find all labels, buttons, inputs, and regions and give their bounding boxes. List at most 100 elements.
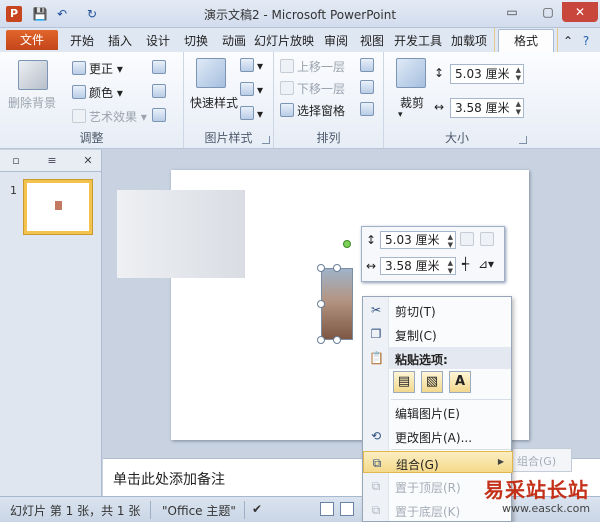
watermark-url: www.easck.com bbox=[502, 502, 591, 515]
slide-editing-area bbox=[103, 150, 600, 456]
normal-view-icon[interactable] bbox=[320, 502, 334, 516]
mini-crop-icon[interactable]: ┽ bbox=[462, 257, 469, 271]
paste-use-destination-theme-icon[interactable]: ▤ bbox=[393, 371, 415, 393]
tab-home[interactable]: 开始 bbox=[64, 32, 100, 50]
menu-item-copy[interactable]: ❐ 复制(C) bbox=[363, 323, 513, 345]
group-ribbon-button[interactable] bbox=[360, 80, 377, 95]
layout-icon bbox=[240, 106, 254, 120]
corrections-button[interactable]: 更正 ▾ bbox=[72, 60, 123, 77]
slide-thumbnail[interactable] bbox=[24, 180, 92, 234]
bring-to-front-icon: ⧉ bbox=[371, 479, 381, 493]
resize-handle-l[interactable] bbox=[317, 300, 325, 308]
compress-icon bbox=[152, 60, 166, 74]
tab-addins[interactable]: 加载项 bbox=[446, 32, 492, 50]
width-field[interactable]: 3.58 厘米 ▲ ▼ bbox=[450, 98, 524, 118]
notes-placeholder: 单击此处添加备注 bbox=[113, 472, 225, 488]
slides-panel-tabs: ▫ ≡ ✕ bbox=[0, 150, 101, 172]
sorter-view-icon[interactable] bbox=[340, 502, 354, 516]
mini-height-spinner[interactable]: ▲ ▼ bbox=[448, 233, 453, 249]
mini-width-field[interactable]: 3.58 厘米 ▲ ▼ bbox=[380, 257, 456, 275]
adjust-group-label: 调整 bbox=[79, 131, 104, 145]
send-backward-icon bbox=[280, 81, 294, 95]
menu-item-cut[interactable]: ✂ 剪切(T) bbox=[363, 299, 513, 321]
maximize-button[interactable]: ▢ bbox=[530, 2, 566, 22]
width-icon: ↔ bbox=[434, 100, 445, 114]
tab-insert[interactable]: 插入 bbox=[102, 32, 138, 50]
mini-height-icon: ↕ bbox=[366, 233, 377, 247]
picture-styles-launcher[interactable] bbox=[262, 136, 270, 144]
size-group: 裁剪 ▾ ↕ 5.03 厘米 ▲ ▼ ↔ 3.58 厘米 ▲ ▼ 大小 bbox=[384, 52, 530, 148]
resize-handle-bl[interactable] bbox=[317, 336, 325, 344]
width-spinner[interactable]: ▲ ▼ bbox=[516, 100, 521, 116]
height-field[interactable]: 5.03 厘米 ▲ ▼ bbox=[450, 64, 524, 84]
size-launcher[interactable] bbox=[519, 136, 527, 144]
blurred-region bbox=[117, 190, 245, 278]
bring-forward-button[interactable]: 上移一层 bbox=[280, 58, 345, 75]
slides-panel: ▫ ≡ ✕ 1 bbox=[0, 150, 102, 496]
tab-view[interactable]: 视图 bbox=[354, 32, 390, 50]
picture-styles-group: 快速样式 ▾ ▾ ▾ 图片样式 bbox=[184, 52, 274, 148]
tab-animations[interactable]: 动画 bbox=[216, 32, 252, 50]
tab-review[interactable]: 审阅 bbox=[318, 32, 354, 50]
spell-check-icon[interactable]: ✔ bbox=[252, 502, 262, 516]
remove-background-icon[interactable] bbox=[18, 60, 48, 90]
rotate-button[interactable] bbox=[360, 102, 377, 117]
artistic-effects-icon bbox=[72, 109, 86, 123]
send-backward-button[interactable]: 下移一层 bbox=[280, 80, 345, 97]
height-icon: ↕ bbox=[434, 66, 445, 80]
selection-pane-icon bbox=[280, 103, 294, 117]
selection-pane-button[interactable]: 选择窗格 bbox=[280, 102, 345, 119]
mini-rotate-icon[interactable]: ⊿▾ bbox=[478, 257, 494, 271]
color-button[interactable]: 颜色 ▾ bbox=[72, 84, 123, 101]
tab-format[interactable]: 格式 bbox=[498, 29, 554, 52]
crop-dropdown-icon[interactable]: ▾ bbox=[398, 110, 403, 120]
theme-status: "Office 主题" bbox=[162, 504, 236, 518]
resize-handle-b[interactable] bbox=[333, 336, 341, 344]
submenu-arrow-icon: ▶ bbox=[497, 457, 504, 466]
scissors-icon: ✂ bbox=[370, 303, 382, 317]
paste-text-only-button[interactable]: A bbox=[449, 371, 471, 393]
reset-picture-button[interactable] bbox=[152, 108, 169, 123]
height-spinner[interactable]: ▲ ▼ bbox=[516, 66, 521, 82]
crop-button[interactable]: 裁剪 bbox=[400, 94, 424, 111]
mini-send-backward-icon[interactable] bbox=[480, 232, 497, 247]
artistic-effects-button[interactable]: 艺术效果 ▾ bbox=[72, 108, 147, 125]
menu-item-group[interactable]: ⧉ 组合(G) ▶ bbox=[363, 451, 513, 473]
compress-pictures-button[interactable] bbox=[152, 60, 169, 75]
adjust-group: 删除背景 更正 ▾ 颜色 ▾ 艺术效果 ▾ 调整 bbox=[0, 52, 184, 148]
tab-file[interactable]: 文件 bbox=[6, 30, 58, 50]
minimize-ribbon-icon[interactable]: ⌃ bbox=[560, 32, 576, 50]
quick-styles-icon[interactable] bbox=[196, 58, 226, 88]
remove-background-button[interactable]: 删除背景 bbox=[8, 94, 56, 111]
close-button[interactable]: ✕ bbox=[562, 2, 598, 22]
picture-border-button[interactable]: ▾ bbox=[240, 58, 263, 73]
rotation-handle[interactable] bbox=[343, 240, 351, 248]
resize-handle-tl[interactable] bbox=[317, 264, 325, 272]
tab-slideshow[interactable]: 幻灯片放映 bbox=[252, 32, 316, 50]
menu-item-change-picture[interactable]: ⟲ 更改图片(A)... bbox=[363, 425, 513, 447]
crop-icon[interactable] bbox=[396, 58, 426, 88]
help-icon[interactable]: ? bbox=[578, 32, 594, 50]
change-picture-ribbon-button[interactable] bbox=[152, 84, 169, 99]
mini-width-spinner[interactable]: ▲ ▼ bbox=[448, 259, 453, 275]
tab-design[interactable]: 设计 bbox=[140, 32, 176, 50]
outline-tab-icon[interactable]: ≡ bbox=[44, 153, 60, 169]
close-panel-icon[interactable]: ✕ bbox=[80, 153, 96, 169]
align-button[interactable] bbox=[360, 58, 377, 73]
resize-handle-t[interactable] bbox=[333, 264, 341, 272]
menu-item-edit-picture[interactable]: 编辑图片(E) bbox=[363, 401, 513, 423]
selected-picture[interactable] bbox=[321, 268, 353, 340]
tab-transitions[interactable]: 切换 bbox=[178, 32, 214, 50]
slides-tab-icon[interactable]: ▫ bbox=[8, 153, 24, 169]
mini-height-field[interactable]: 5.03 厘米 ▲ ▼ bbox=[380, 231, 456, 249]
size-group-label: 大小 bbox=[444, 131, 469, 145]
picture-layout-button[interactable]: ▾ bbox=[240, 106, 263, 121]
change-picture-icon bbox=[152, 84, 166, 98]
tab-developer[interactable]: 开发工具 bbox=[392, 32, 444, 50]
change-picture-icon: ⟲ bbox=[370, 429, 382, 443]
quick-styles-button[interactable]: 快速样式 bbox=[190, 94, 238, 111]
picture-effects-button[interactable]: ▾ bbox=[240, 82, 263, 97]
paste-keep-source-icon[interactable]: ▧ bbox=[421, 371, 443, 393]
minimize-button[interactable]: ▭ bbox=[494, 2, 530, 22]
mini-bring-forward-icon[interactable] bbox=[460, 232, 477, 247]
